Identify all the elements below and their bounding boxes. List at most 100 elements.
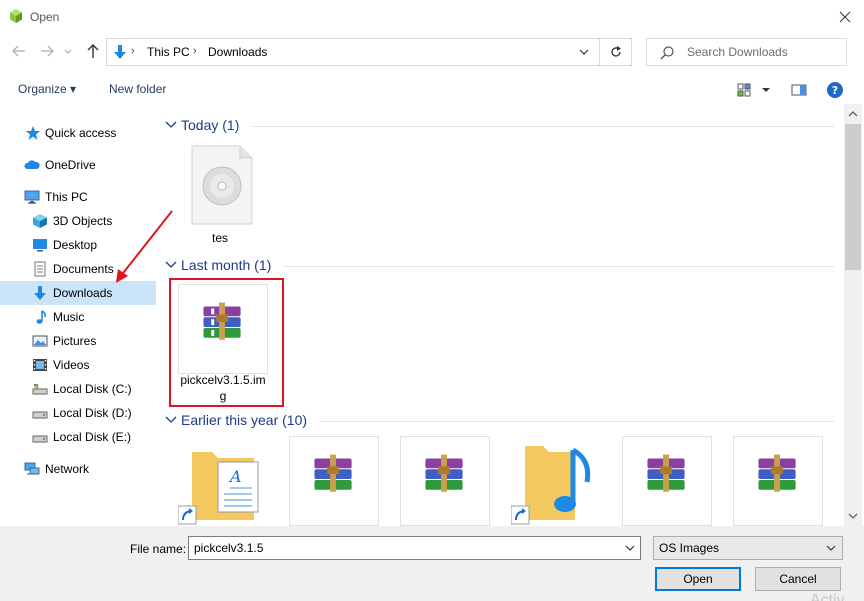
computer-icon bbox=[24, 190, 40, 204]
file-item[interactable]: A bbox=[178, 436, 268, 526]
forward-arrow-icon[interactable] bbox=[38, 42, 56, 60]
recent-locations-chevron-icon[interactable] bbox=[63, 42, 73, 60]
sidebar-item-videos[interactable]: Videos bbox=[0, 353, 156, 377]
view-dropdown-icon[interactable] bbox=[760, 81, 772, 99]
disc-image-icon bbox=[191, 145, 253, 225]
command-toolbar: Organize ▾ New folder ? bbox=[0, 76, 864, 104]
breadcrumb-separator[interactable]: › bbox=[193, 45, 197, 57]
sidebar-item-label: Local Disk (D:) bbox=[53, 406, 132, 420]
title-bar: Open bbox=[0, 0, 864, 34]
breadcrumb-this-pc[interactable]: This PC bbox=[147, 45, 190, 59]
sidebar-item-label: OneDrive bbox=[45, 158, 96, 172]
new-folder-button[interactable]: New folder bbox=[109, 82, 166, 96]
file-item[interactable] bbox=[289, 436, 379, 526]
search-input[interactable]: Search Downloads bbox=[646, 38, 847, 66]
chevron-down-icon bbox=[826, 545, 836, 551]
group-divider bbox=[252, 126, 834, 127]
organize-button[interactable]: Organize ▾ bbox=[18, 82, 76, 96]
app-icon bbox=[10, 9, 22, 23]
sidebar-item-label: This PC bbox=[45, 190, 88, 204]
sidebar-item-label: Downloads bbox=[53, 286, 113, 300]
sidebar-item-quick-access[interactable]: Quick access bbox=[0, 121, 156, 145]
chevron-down-icon[interactable] bbox=[625, 544, 635, 552]
file-item[interactable] bbox=[622, 436, 712, 526]
help-icon[interactable]: ? bbox=[826, 81, 844, 99]
group-divider bbox=[284, 266, 834, 267]
search-placeholder: Search Downloads bbox=[687, 45, 788, 59]
scroll-up-icon[interactable] bbox=[848, 110, 858, 118]
sidebar-item-label: Desktop bbox=[53, 238, 98, 252]
cube-icon bbox=[33, 214, 47, 228]
sidebar-item-local-disk-e[interactable]: Local Disk (E:) bbox=[0, 425, 156, 449]
sidebar-item-local-disk-d[interactable]: Local Disk (D:) bbox=[0, 401, 156, 425]
chevron-down-icon bbox=[165, 121, 177, 128]
winrar-archive-icon bbox=[622, 436, 712, 526]
refresh-icon bbox=[611, 46, 621, 57]
sidebar-item-label: Pictures bbox=[53, 334, 97, 348]
file-name-input[interactable]: pickcelv3.1.5 bbox=[188, 536, 641, 560]
documents-icon bbox=[34, 261, 46, 277]
file-type-select[interactable]: OS Images bbox=[653, 536, 843, 560]
download-icon bbox=[34, 286, 46, 300]
refresh-button[interactable] bbox=[600, 38, 632, 66]
chevron-down-icon[interactable] bbox=[577, 45, 591, 59]
sidebar-item-pictures[interactable]: Pictures bbox=[0, 329, 156, 353]
dialog-footer: File name: pickcelv3.1.5 OS Images Open … bbox=[0, 526, 864, 601]
music-icon bbox=[36, 310, 46, 324]
drive-icon bbox=[32, 411, 48, 419]
sidebar-item-label: Network bbox=[45, 462, 90, 476]
file-item[interactable]: tes bbox=[175, 144, 265, 248]
navigation-pane: Quick access OneDrive This PC 3D Objects… bbox=[0, 112, 158, 526]
sidebar-item-label: Music bbox=[53, 310, 85, 324]
pictures-icon bbox=[32, 335, 48, 347]
sidebar-item-label: Local Disk (C:) bbox=[53, 382, 132, 396]
breadcrumb-downloads[interactable]: Downloads bbox=[208, 45, 267, 59]
sidebar-item-local-disk-c[interactable]: Local Disk (C:) bbox=[0, 377, 156, 401]
drive-icon bbox=[32, 384, 48, 395]
star-icon bbox=[26, 126, 40, 140]
drive-icon bbox=[32, 435, 48, 443]
scrollbar-thumb[interactable] bbox=[845, 124, 861, 270]
view-options-icon[interactable] bbox=[736, 81, 754, 99]
search-icon bbox=[660, 46, 674, 60]
svg-text:?: ? bbox=[832, 84, 838, 97]
videos-icon bbox=[33, 359, 47, 371]
group-title: Earlier this year (10) bbox=[181, 412, 308, 428]
address-bar[interactable]: › This PC › Downloads bbox=[106, 38, 600, 66]
file-item[interactable] bbox=[400, 436, 490, 526]
activation-watermark: Activ bbox=[810, 592, 845, 601]
sidebar-item-label: Videos bbox=[53, 358, 90, 372]
group-title: Today (1) bbox=[181, 117, 240, 133]
chevron-down-icon bbox=[165, 261, 177, 268]
breadcrumb-separator[interactable]: › bbox=[131, 45, 135, 57]
preview-pane-icon[interactable] bbox=[790, 81, 808, 99]
cancel-button[interactable]: Cancel bbox=[755, 567, 841, 591]
file-name: tes bbox=[211, 231, 228, 245]
file-item[interactable] bbox=[511, 436, 601, 526]
svg-text:A: A bbox=[228, 467, 242, 486]
sidebar-item-onedrive[interactable]: OneDrive bbox=[0, 153, 156, 177]
back-arrow-icon[interactable] bbox=[10, 42, 28, 60]
group-header-earlier-this-year[interactable]: Earlier this year (10) bbox=[160, 409, 834, 431]
sidebar-item-label: Documents bbox=[53, 262, 114, 276]
winrar-archive-icon bbox=[733, 436, 823, 526]
download-icon bbox=[114, 45, 126, 59]
scroll-down-icon[interactable] bbox=[848, 512, 858, 520]
winrar-archive-icon bbox=[400, 436, 490, 526]
music-folder-shortcut-icon bbox=[511, 446, 591, 525]
group-header-last-month[interactable]: Last month (1) bbox=[160, 254, 834, 276]
window-title: Open bbox=[30, 10, 60, 24]
group-header-today[interactable]: Today (1) bbox=[160, 114, 834, 136]
file-name-label: File name: bbox=[130, 542, 187, 556]
sidebar-item-label: 3D Objects bbox=[53, 214, 113, 228]
network-icon bbox=[24, 462, 40, 475]
up-arrow-icon[interactable] bbox=[84, 42, 102, 60]
file-name-value[interactable]: pickcelv3.1.5 bbox=[194, 541, 263, 555]
vertical-scrollbar[interactable] bbox=[844, 104, 862, 526]
cloud-icon bbox=[24, 160, 40, 169]
sidebar-item-network[interactable]: Network bbox=[0, 457, 156, 481]
close-icon[interactable] bbox=[834, 4, 856, 28]
file-item[interactable] bbox=[733, 436, 823, 526]
sidebar-item-music[interactable]: Music bbox=[0, 305, 156, 329]
open-button[interactable]: Open bbox=[655, 567, 741, 591]
